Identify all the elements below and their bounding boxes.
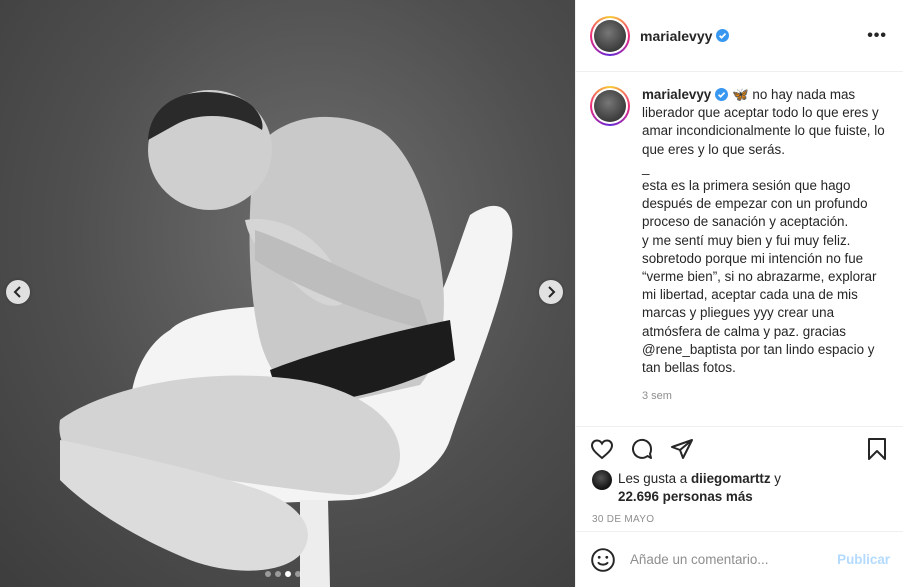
post-header: marialevyy •••: [576, 0, 903, 72]
caption: marialevyy 🦋 no hay nada mas liberador q…: [576, 72, 903, 426]
action-bar: [576, 426, 903, 470]
likes-summary: Les gusta a diiegomarttz y 22.696 person…: [576, 470, 903, 506]
carousel-dot: [265, 571, 271, 577]
caption-username[interactable]: marialevyy: [642, 87, 711, 102]
heart-icon[interactable]: [590, 437, 614, 461]
chevron-left-icon: [13, 286, 21, 298]
smiley-icon[interactable]: [590, 547, 616, 573]
post-media[interactable]: [0, 0, 575, 587]
likes-connector: y: [770, 471, 781, 486]
carousel-prev-button[interactable]: [6, 280, 30, 304]
carousel-dot-active: [285, 571, 291, 577]
verified-badge-icon: [716, 29, 730, 42]
butterfly-emoji: 🦋: [731, 87, 749, 102]
carousel-dot: [295, 571, 301, 577]
likes-prefix: Les gusta a: [618, 471, 691, 486]
verified-badge-icon: [715, 88, 729, 101]
paper-plane-icon[interactable]: [670, 437, 694, 461]
carousel-indicator: [265, 571, 301, 577]
comment-box: Publicar: [576, 531, 903, 587]
caption-body: marialevyy 🦋 no hay nada mas liberador q…: [642, 86, 887, 426]
author-username[interactable]: marialevyy: [640, 28, 712, 44]
likes-count[interactable]: 22.696 personas más: [618, 489, 753, 504]
post-photo: [59, 90, 513, 587]
caption-timestamp[interactable]: 3 sem: [642, 387, 887, 405]
post-date[interactable]: 30 DE MAYO: [576, 514, 903, 525]
publish-button[interactable]: Publicar: [837, 552, 890, 567]
comment-bubble-icon[interactable]: [630, 437, 654, 461]
more-options-button[interactable]: •••: [867, 27, 887, 45]
liker-avatar[interactable]: [592, 470, 612, 490]
post-side-panel: marialevyy ••• marialevyy 🦋 no hay nada …: [575, 0, 903, 587]
bookmark-icon[interactable]: [865, 437, 889, 461]
caption-text: marialevyy 🦋 no hay nada mas liberador q…: [642, 86, 887, 377]
carousel-dot: [275, 571, 281, 577]
likes-text: Les gusta a diiegomarttz y 22.696 person…: [618, 470, 781, 506]
author-avatar[interactable]: [590, 15, 630, 56]
chevron-right-icon: [548, 286, 556, 298]
caption-content: no hay nada mas liberador que aceptar to…: [642, 87, 885, 376]
caption-author-avatar[interactable]: [590, 86, 630, 126]
carousel-next-button[interactable]: [539, 280, 563, 304]
liker-username[interactable]: diiegomarttz: [691, 471, 771, 486]
comment-input[interactable]: [630, 552, 820, 567]
